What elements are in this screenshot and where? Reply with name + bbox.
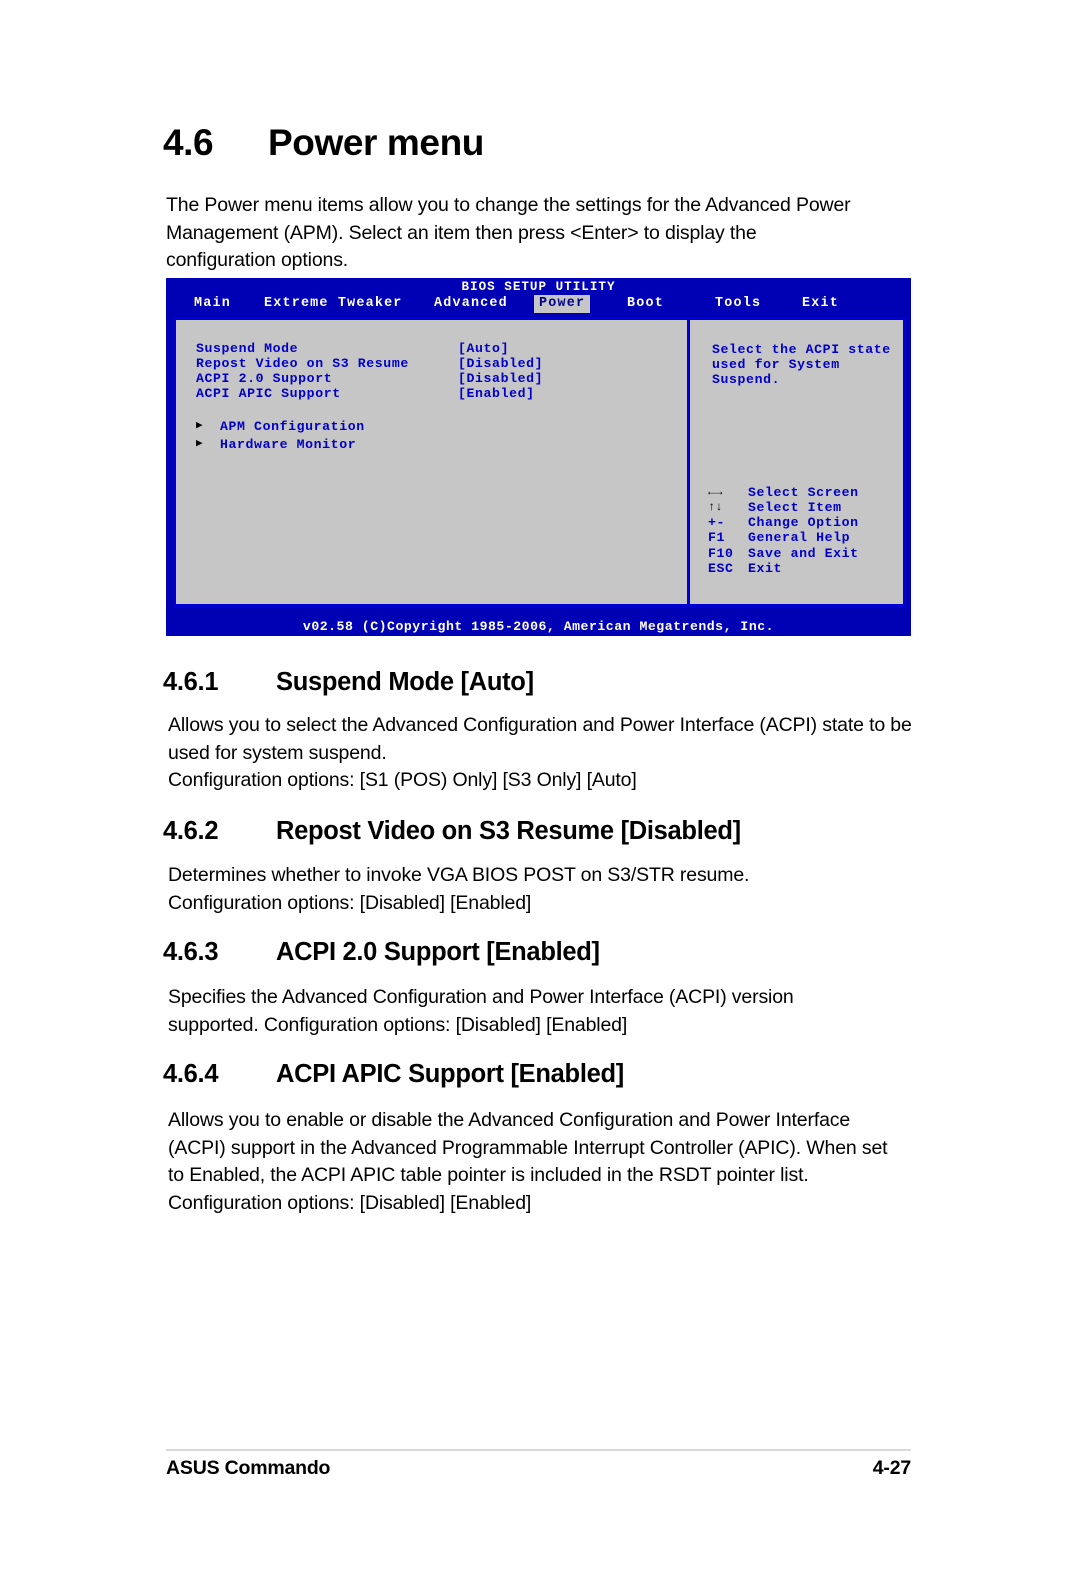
bios-settings-list: Suspend Mode [Auto] Repost Video on S3 R… <box>196 341 543 402</box>
page-title: 4.6 Power menu <box>163 122 484 164</box>
document-page: 4.6 Power menu The Power menu items allo… <box>0 0 1080 1590</box>
bios-key-legend: ←→ Select Screen ↑↓ Select Item +- Chang… <box>708 485 859 576</box>
section-number: 4.6.2 <box>163 817 219 845</box>
section-heading-4-6-4: 4.6.4 ACPI APIC Support [Enabled] <box>163 1060 624 1089</box>
section-number: 4.6.4 <box>163 1060 219 1088</box>
bios-submenu-label: APM Configuration <box>220 419 365 434</box>
bios-main-panel: Suspend Mode [Auto] Repost Video on S3 R… <box>176 320 690 604</box>
footer-page-number: 4-27 <box>872 1457 911 1479</box>
section-title: Suspend Mode [Auto] <box>276 668 534 696</box>
legend-label: General Help <box>748 530 851 546</box>
section-title: ACPI 2.0 Support [Enabled] <box>276 938 600 966</box>
triangle-right-icon: ▶ <box>196 437 204 450</box>
section-number: 4.6.1 <box>163 668 219 696</box>
bios-setting-value[interactable]: [Auto] <box>458 341 509 357</box>
bios-setting-label: ACPI 2.0 Support <box>196 370 333 386</box>
legend-label: Select Screen <box>748 484 859 500</box>
bios-tab-extreme-tweaker[interactable]: Extreme Tweaker <box>259 295 408 313</box>
bios-tab-power[interactable]: Power <box>534 295 591 313</box>
footer-rule <box>166 1449 911 1451</box>
bios-tab-boot[interactable]: Boot <box>622 295 669 313</box>
bios-setting-value[interactable]: [Disabled] <box>458 371 543 387</box>
bios-tab-bar: Main Extreme Tweaker Advanced Power Boot… <box>167 294 910 314</box>
section-body-4-6-1: Allows you to select the Advanced Config… <box>168 714 912 791</box>
bios-submenu-list: ▶ APM Configuration ▶ Hardware Monitor <box>196 418 365 453</box>
footer-product-name: ASUS Commando <box>166 1457 331 1479</box>
left-right-arrow-icon: ←→ <box>708 484 723 499</box>
legend-item-select-screen: ←→ Select Screen <box>708 485 859 500</box>
section-body-4-6-3: Specifies the Advanced Configuration and… <box>168 986 794 1036</box>
intro-paragraph: The Power menu items allow you to change… <box>166 194 851 271</box>
bios-setting-value[interactable]: [Disabled] <box>458 356 543 372</box>
legend-item-exit: ESC Exit <box>708 561 859 576</box>
plus-minus-key: +- <box>708 515 726 531</box>
bios-tab-advanced[interactable]: Advanced <box>429 295 513 313</box>
legend-label: Exit <box>748 560 783 576</box>
section-body-4-6-2: Determines whether to invoke VGA BIOS PO… <box>168 864 750 914</box>
bios-setting-row[interactable]: ACPI APIC Support [Enabled] <box>196 385 543 402</box>
triangle-right-icon: ▶ <box>196 420 204 432</box>
legend-label: Change Option <box>748 515 859 531</box>
legend-item-general-help: F1 General Help <box>708 530 859 545</box>
bios-tab-main[interactable]: Main <box>189 295 236 313</box>
legend-label: Select Item <box>748 499 842 515</box>
bios-submenu-apm-configuration[interactable]: ▶ APM Configuration <box>196 418 365 436</box>
f10-key: F10 <box>708 545 734 561</box>
section-heading-4-6-3: 4.6.3 ACPI 2.0 Support [Enabled] <box>163 938 600 967</box>
bios-title: BIOS SETUP UTILITY <box>461 280 616 294</box>
up-down-arrow-icon: ↑↓ <box>708 499 723 514</box>
section-body-4-6-4: Allows you to enable or disable the Adva… <box>168 1109 888 1214</box>
legend-label: Save and Exit <box>748 545 859 561</box>
legend-item-select-item: ↑↓ Select Item <box>708 500 859 515</box>
section-heading-4-6-1: 4.6.1 Suspend Mode [Auto] <box>163 668 534 697</box>
bios-copyright: v02.58 (C)Copyright 1985-2006, American … <box>302 619 775 634</box>
bios-help-panel: Select the ACPI state used for System Su… <box>690 320 903 604</box>
bios-submenu-hardware-monitor[interactable]: ▶ Hardware Monitor <box>196 436 365 454</box>
bios-setting-label: ACPI APIC Support <box>196 385 341 401</box>
esc-key: ESC <box>708 560 734 576</box>
bios-submenu-label: Hardware Monitor <box>220 436 357 452</box>
bios-setting-value[interactable]: [Enabled] <box>458 386 535 402</box>
page-title-number: 4.6 <box>163 122 214 163</box>
f1-key: F1 <box>708 530 726 546</box>
bios-tab-tools[interactable]: Tools <box>710 295 766 313</box>
section-heading-4-6-2: 4.6.2 Repost Video on S3 Resume [Disable… <box>163 817 741 846</box>
bios-setting-row[interactable]: ACPI 2.0 Support [Disabled] <box>196 370 543 387</box>
bios-setting-row[interactable]: Suspend Mode [Auto] <box>196 341 543 357</box>
section-title: ACPI APIC Support [Enabled] <box>276 1060 624 1088</box>
page-title-text: Power menu <box>268 122 484 163</box>
legend-item-save-and-exit: F10 Save and Exit <box>708 546 859 561</box>
bios-setting-row[interactable]: Repost Video on S3 Resume [Disabled] <box>196 355 543 372</box>
legend-item-change-option: +- Change Option <box>708 515 859 530</box>
bios-body: Suspend Mode [Auto] Repost Video on S3 R… <box>173 317 906 607</box>
bios-setting-label: Repost Video on S3 Resume <box>196 355 409 371</box>
bios-tab-exit[interactable]: Exit <box>797 295 844 313</box>
bios-setting-label: Suspend Mode <box>196 341 299 356</box>
section-title: Repost Video on S3 Resume [Disabled] <box>276 817 741 845</box>
bios-setup-screenshot: BIOS SETUP UTILITY Main Extreme Tweaker … <box>166 278 911 636</box>
bios-help-text: Select the ACPI state used for System Su… <box>712 342 891 387</box>
section-number: 4.6.3 <box>163 938 219 966</box>
